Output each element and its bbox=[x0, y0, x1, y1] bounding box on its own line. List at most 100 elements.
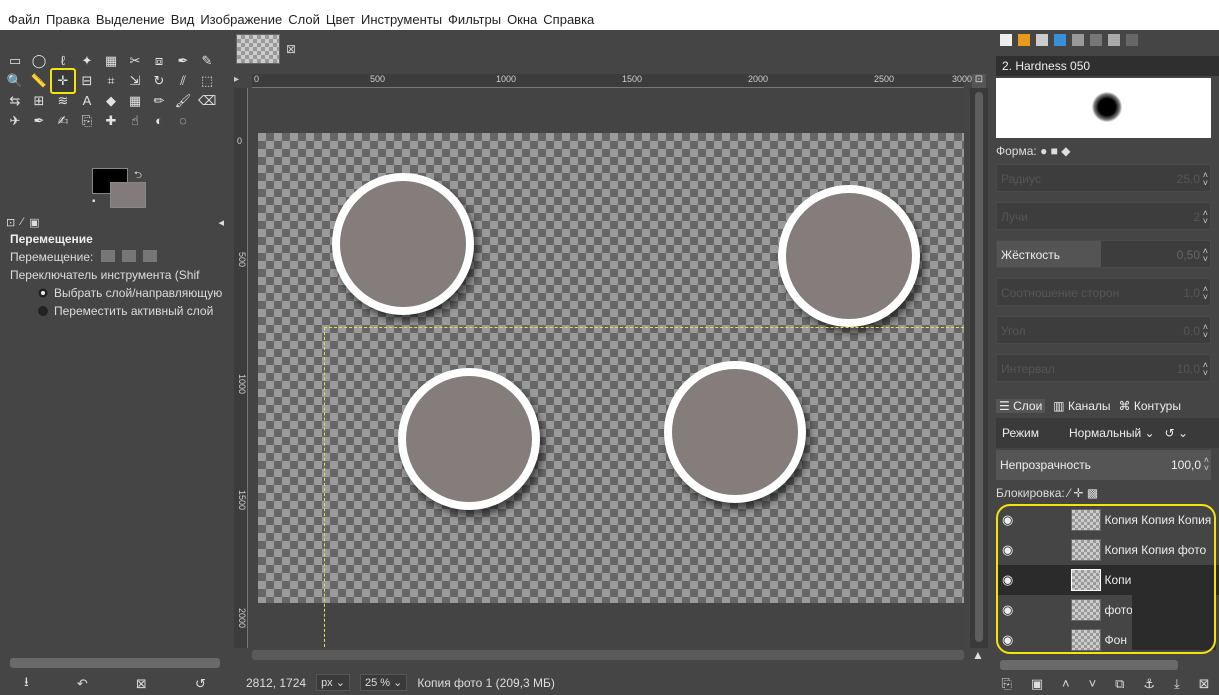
move-path-mode-icon[interactable] bbox=[143, 250, 158, 262]
move-active-layer-option[interactable]: Переместить активный слой bbox=[0, 302, 230, 320]
clone-icon[interactable]: ⎘ bbox=[78, 112, 96, 130]
lock-pixels-icon[interactable]: ⁄ bbox=[1068, 486, 1070, 500]
navigate-icon[interactable]: ▲ bbox=[972, 648, 984, 662]
blur-icon[interactable]: ◌ bbox=[174, 112, 192, 130]
fonts-tab-icon[interactable] bbox=[1036, 34, 1049, 47]
spin-icon[interactable]: ˄ ˅ bbox=[1203, 209, 1208, 226]
unified-transform-icon[interactable]: ⇲ bbox=[126, 72, 144, 90]
eraser-icon[interactable]: ⌫ bbox=[198, 92, 216, 110]
lower-layer-icon[interactable]: ˅ bbox=[1089, 676, 1097, 691]
bucket-fill-icon[interactable]: ◆ bbox=[102, 92, 120, 110]
layer-row-selected[interactable]: ◉ Копи bbox=[996, 565, 1219, 595]
image-tab-thumbnail[interactable] bbox=[236, 34, 280, 64]
ink-icon[interactable]: ✒ bbox=[30, 112, 48, 130]
visibility-eye-icon[interactable]: ◉ bbox=[1002, 572, 1023, 588]
shape-diamond-icon[interactable]: ◆ bbox=[1061, 144, 1070, 158]
menu-file[interactable]: Файл bbox=[8, 12, 40, 27]
radius-slider[interactable]: Радиус 25,0 ˄ ˅ bbox=[996, 164, 1211, 192]
rectangle-select-icon[interactable]: ▭ bbox=[6, 52, 24, 70]
spikes-slider[interactable]: Лучи 2 ˄ ˅ bbox=[996, 202, 1211, 230]
visibility-eye-icon[interactable]: ◉ bbox=[1002, 542, 1023, 558]
menu-filters[interactable]: Фильтры bbox=[448, 12, 501, 27]
quick-mask-icon[interactable]: ▸ bbox=[234, 74, 248, 88]
raise-layer-icon[interactable]: ˄ bbox=[1062, 676, 1070, 691]
flip-icon[interactable]: ⇆ bbox=[6, 92, 24, 110]
rotate-icon[interactable]: ↻ bbox=[150, 72, 168, 90]
mypaint-tab-icon[interactable] bbox=[1126, 34, 1139, 47]
crop-icon[interactable]: ⌗ bbox=[102, 72, 120, 90]
lock-alpha-icon[interactable]: ▩ bbox=[1087, 486, 1098, 500]
tab-layers[interactable]: ☰ Слои bbox=[996, 399, 1046, 413]
fuzzy-select-icon[interactable]: ✦ bbox=[78, 52, 96, 70]
opacity-slider[interactable]: Непрозрачность 100,0 ˄ ˅ bbox=[996, 450, 1211, 480]
visibility-eye-icon[interactable]: ◉ bbox=[1002, 602, 1023, 618]
tab-channels[interactable]: ▥ Каналы bbox=[1053, 399, 1110, 413]
menu-select[interactable]: Выделение bbox=[96, 12, 165, 27]
reset-options-icon[interactable]: ↺ bbox=[195, 676, 206, 692]
close-icon[interactable]: ⊠ bbox=[286, 42, 296, 56]
spin-icon[interactable]: ˄ ˅ bbox=[1203, 285, 1208, 302]
delete-layer-icon[interactable]: ⊠ bbox=[1199, 676, 1210, 692]
gradients-tab-icon[interactable] bbox=[1054, 34, 1067, 47]
angle-slider[interactable]: Угол 0,0 ˄ ˅ bbox=[996, 316, 1211, 344]
horizontal-scrollbar[interactable] bbox=[252, 650, 964, 660]
save-options-icon[interactable]: ⭳ bbox=[24, 673, 29, 695]
menu-windows[interactable]: Окна bbox=[507, 12, 537, 27]
scissors-icon[interactable]: ✂ bbox=[126, 52, 144, 70]
shape-circle-icon[interactable]: ● bbox=[1040, 144, 1047, 158]
tab-paths[interactable]: ⌘ Контуры bbox=[1119, 399, 1181, 413]
pencil-icon[interactable]: ✏ bbox=[150, 92, 168, 110]
lock-position-icon[interactable]: ✛ bbox=[1073, 486, 1083, 500]
move-selection-mode-icon[interactable] bbox=[122, 250, 137, 262]
visibility-eye-icon[interactable]: ◉ bbox=[1002, 632, 1023, 648]
align-icon[interactable]: ⊟ bbox=[78, 72, 96, 90]
ellipse-select-icon[interactable]: ◯ bbox=[30, 52, 48, 70]
color-picker-icon[interactable]: ✎ bbox=[198, 52, 216, 70]
layers-scrollbar[interactable] bbox=[1000, 660, 1178, 670]
restore-options-icon[interactable]: ↶ bbox=[77, 676, 88, 692]
menu-colors[interactable]: Цвет bbox=[326, 12, 355, 27]
zoom-fit-icon[interactable]: ⊡ bbox=[972, 74, 986, 88]
spin-icon[interactable]: ˄ ˅ bbox=[1204, 456, 1209, 473]
menu-help[interactable]: Справка bbox=[543, 12, 594, 27]
scroll-thumb[interactable] bbox=[975, 92, 983, 642]
duplicate-layer-icon[interactable]: ⧉ bbox=[1115, 676, 1124, 692]
foreground-select-icon[interactable]: ⧈ bbox=[150, 52, 168, 70]
menu-tools[interactable]: Инструменты bbox=[361, 12, 442, 27]
dock-menu-icon[interactable]: ◂ bbox=[218, 216, 224, 229]
heal-icon[interactable]: ✚ bbox=[102, 112, 120, 130]
spin-icon[interactable]: ˄ ˅ bbox=[1203, 247, 1208, 264]
move-icon[interactable]: ✛ bbox=[50, 68, 76, 94]
smudge-icon[interactable]: ☝ bbox=[126, 112, 144, 130]
spin-icon[interactable]: ˄ ˅ bbox=[1203, 171, 1208, 188]
spacing-slider[interactable]: Интервал 10,0 ˄ ˅ bbox=[996, 354, 1211, 382]
canvas-viewport[interactable] bbox=[248, 88, 964, 648]
menu-edit[interactable]: Правка bbox=[46, 12, 90, 27]
perspective-icon[interactable]: ⬚ bbox=[198, 72, 216, 90]
paintbrush-icon[interactable]: 🖌 bbox=[174, 92, 192, 110]
radio-off-icon[interactable] bbox=[38, 306, 48, 316]
move-layer-mode-icon[interactable] bbox=[100, 250, 115, 262]
pick-layer-option[interactable]: Выбрать слой/направляющую bbox=[0, 284, 230, 302]
merge-down-icon[interactable]: ⤓ bbox=[1174, 676, 1180, 692]
radio-on-icon[interactable] bbox=[38, 288, 48, 298]
vertical-scrollbar[interactable] bbox=[970, 88, 988, 648]
palettes-tab-icon[interactable] bbox=[1072, 34, 1085, 47]
hardness-slider[interactable]: Жёсткость 0,50 ˄ ˅ bbox=[996, 240, 1211, 268]
tool-presets-tab-icon[interactable] bbox=[1090, 34, 1103, 47]
spin-icon[interactable]: ˄ ˅ bbox=[1203, 361, 1208, 378]
tool-options-tab-icon[interactable]: ⊡ bbox=[6, 216, 15, 229]
toolbox-scrollbar[interactable] bbox=[10, 658, 220, 668]
new-layer-group-icon[interactable]: ▣ bbox=[1031, 676, 1043, 692]
new-layer-icon[interactable]: ⎘ bbox=[1001, 676, 1011, 692]
menu-view[interactable]: Вид bbox=[171, 12, 195, 27]
anchor-layer-icon[interactable]: ⚓ bbox=[1143, 676, 1155, 692]
airbrush-icon[interactable]: ✈ bbox=[6, 112, 24, 130]
default-colors-icon[interactable]: ▪ bbox=[92, 196, 96, 207]
layer-row[interactable]: ◉ Копия Копия фото bbox=[996, 535, 1219, 565]
mode-select[interactable]: Нормальный ⌄ bbox=[1069, 426, 1155, 440]
unit-select[interactable]: px ⌄ bbox=[316, 674, 350, 691]
layer-row[interactable]: ◉ Копия Копия Копия bbox=[996, 505, 1219, 535]
mypaint-brush-icon[interactable]: ✍ bbox=[54, 112, 72, 130]
device-status-tab-icon[interactable]: ⁄ bbox=[21, 216, 23, 228]
